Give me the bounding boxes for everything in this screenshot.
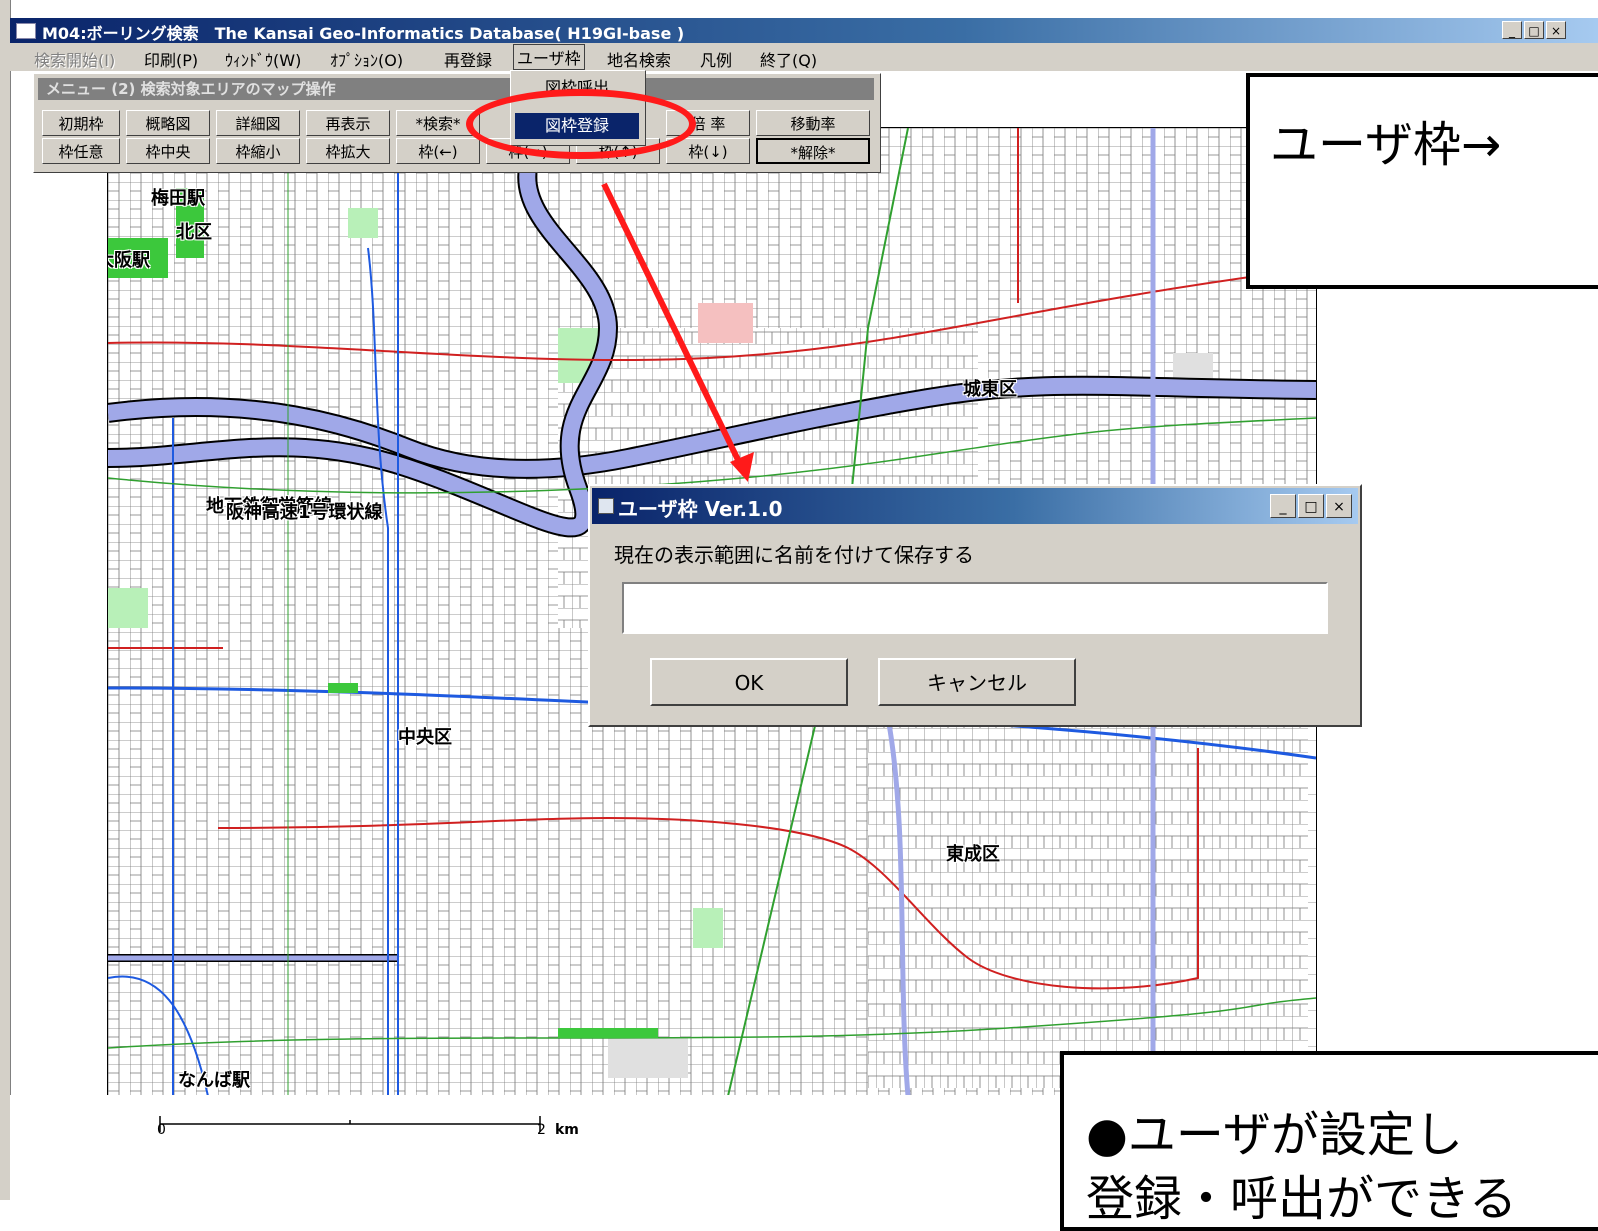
btn-move-rate[interactable]: 移動率 [756,110,870,136]
app-title: M04:ボーリング検索 The Kansai Geo-Informatics D… [42,24,685,43]
ok-button[interactable]: OK [650,658,848,706]
btn-detail[interactable]: 詳細図 [216,110,300,136]
dialog-minimize-button[interactable]: _ [1270,494,1296,518]
scale-bar-line [159,1116,541,1132]
dialog-app-icon [598,498,614,514]
btn-frame-center[interactable]: 枠中央 [126,138,210,164]
cancel-button[interactable]: キャンセル [878,658,1076,706]
app-icon [16,23,36,39]
callout-user-frame: ユーザ枠→ [1246,73,1598,289]
dialog-maximize-button[interactable]: □ [1298,494,1324,518]
callout-description-line2: 登録・呼出ができる [1086,1171,1518,1227]
highlight-ellipse [466,89,696,159]
btn-release[interactable]: *解除* [756,138,870,164]
label-osaka-station: 大阪駅 [108,250,150,271]
user-frame-dialog: ユーザ枠 Ver.1.0 _ □ × 現在の表示範囲に名前を付けて保存する OK… [588,484,1362,727]
minimize-button[interactable]: _ [1502,21,1522,39]
btn-frame-left[interactable]: 枠(←) [396,138,480,164]
app-titlebar: M04:ボーリング検索 The Kansai Geo-Informatics D… [10,18,1598,43]
btn-frame-shrink[interactable]: 枠縮小 [216,138,300,164]
menu-window[interactable]: ｳｨﾝﾄﾞｳ(W) [225,47,301,71]
menu-legend[interactable]: 凡例 [700,47,732,71]
label-chuo-ward: 中央区 [398,727,452,748]
dialog-titlebar: ユーザ枠 Ver.1.0 _ □ × [592,488,1358,524]
menu-exit[interactable]: 終了(Q) [760,47,817,71]
frame-name-input[interactable] [622,582,1328,634]
menu-user-frame[interactable]: ユーザ枠 [513,44,585,70]
menu-options[interactable]: ｵﾌﾟｼｮﾝ(O) [330,47,403,71]
callout-description-line1: ●ユーザが設定し [1086,1107,1463,1163]
menu-print[interactable]: 印刷(P) [144,47,198,71]
menu-bar: 検索開始(I) 印刷(P) ｳｨﾝﾄﾞｳ(W) ｵﾌﾟｼｮﾝ(O) 再登録 ユー… [10,43,1598,71]
btn-initial-frame[interactable]: 初期枠 [42,110,120,136]
dialog-window-buttons: _ □ × [1270,494,1352,518]
maximize-button[interactable]: □ [1524,21,1544,39]
btn-frame-arbitrary[interactable]: 枠任意 [42,138,120,164]
btn-overview[interactable]: 概略図 [126,110,210,136]
callout-description: ●ユーザが設定し 登録・呼出ができる [1060,1051,1598,1231]
scale-bar: 0 2 km [155,1108,579,1138]
dialog-prompt: 現在の表示範囲に名前を付けて保存する [614,543,974,567]
btn-frame-enlarge[interactable]: 枠拡大 [306,138,390,164]
callout-user-frame-text: ユーザ枠→ [1270,117,1502,173]
scale-unit: km [555,1122,579,1138]
scale-end: 2 [537,1122,546,1138]
scale-start: 0 [157,1122,166,1138]
label-higashinari-ward: 東成区 [946,844,1000,865]
btn-redisplay[interactable]: 再表示 [306,110,390,136]
label-umeda-station: 梅田駅 [151,188,205,209]
map-operation-toolbox: メニュー (2) 検索対象エリアのマップ操作 初期枠 概略図 詳細図 再表示 *… [33,73,881,173]
menu-search-start[interactable]: 検索開始(I) [34,47,115,71]
label-kita-ward: 北区 [176,222,212,243]
close-button[interactable]: × [1546,21,1566,39]
app-window-buttons: _ □ × [1502,21,1566,39]
menu-place-search[interactable]: 地名検索 [607,47,671,71]
left-window-edge [0,0,11,1200]
dialog-title: ユーザ枠 Ver.1.0 [618,497,783,521]
toolbox-title: メニュー (2) 検索対象エリアのマップ操作 [38,78,874,100]
dialog-close-button[interactable]: × [1326,494,1352,518]
menu-reregister[interactable]: 再登録 [444,47,492,71]
label-hanshin-loop: 阪神高速1号環状線 [226,502,383,523]
label-joto-ward: 城東区 [963,379,1017,400]
label-namba-station: なんば駅 [178,1070,250,1091]
